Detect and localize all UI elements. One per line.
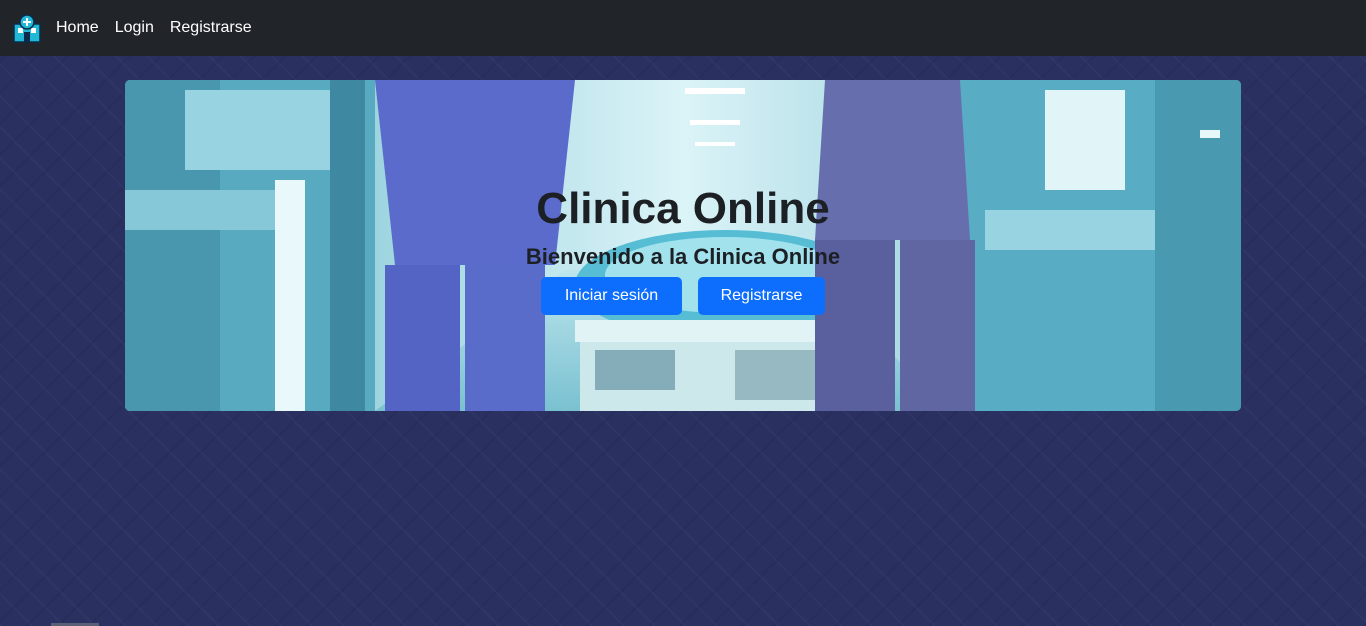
- nav-link-login[interactable]: Login: [115, 19, 154, 37]
- navbar: Home Login Registrarse: [0, 0, 1366, 56]
- nav-link-register[interactable]: Registrarse: [170, 19, 252, 37]
- hero-banner: Clinica Online Bienvenido a la Clinica O…: [125, 80, 1241, 411]
- login-button[interactable]: Iniciar sesión: [541, 277, 682, 315]
- register-button[interactable]: Registrarse: [698, 277, 825, 315]
- hero-content: Clinica Online Bienvenido a la Clinica O…: [125, 80, 1241, 411]
- hero-subtitle: Bienvenido a la Clinica Online: [525, 244, 841, 269]
- hospital-icon[interactable]: [12, 13, 42, 43]
- hero-title: Clinica Online: [536, 184, 830, 233]
- nav-link-home[interactable]: Home: [56, 19, 99, 37]
